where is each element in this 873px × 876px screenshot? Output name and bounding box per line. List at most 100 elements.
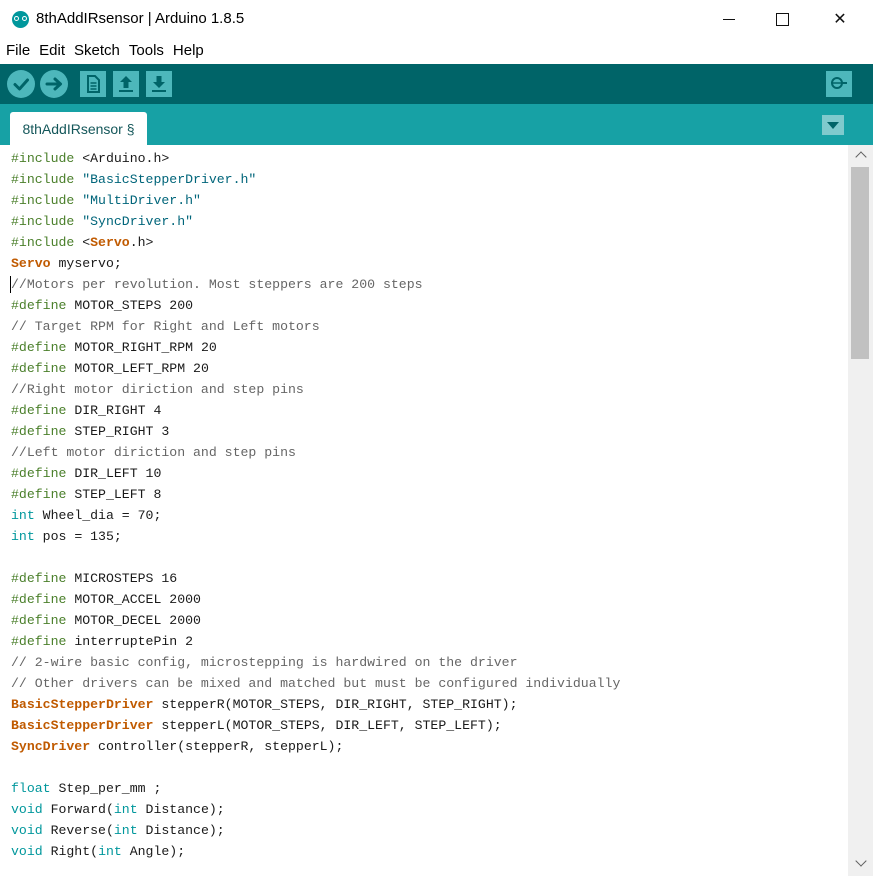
code-editor[interactable]: #include <Arduino.h> #include "BasicStepp… bbox=[0, 145, 848, 876]
serial-monitor-button[interactable] bbox=[826, 71, 852, 97]
code-token: #include bbox=[11, 151, 75, 166]
code-token: Reverse( bbox=[42, 823, 114, 838]
scroll-thumb[interactable] bbox=[851, 167, 869, 359]
code-token: .h> bbox=[129, 235, 154, 250]
menu-sketch[interactable]: Sketch bbox=[70, 42, 123, 59]
code-token: //Motors per revolution. Most steppers a… bbox=[11, 277, 423, 292]
code-line: // Other drivers can be mixed and matche… bbox=[11, 673, 620, 694]
code-line: #include < Servo .h> bbox=[11, 232, 620, 253]
scroll-down-button[interactable] bbox=[848, 853, 873, 873]
code-token: int bbox=[11, 529, 35, 544]
code-token: Distance); bbox=[137, 823, 225, 838]
code-token: Right( bbox=[42, 844, 99, 859]
code-text: #include <Arduino.h> #include "BasicStepp… bbox=[11, 148, 620, 862]
tab-menu-button[interactable] bbox=[822, 115, 844, 135]
code-line: void Reverse(int Distance); bbox=[11, 820, 620, 841]
code-token: controller(stepperR, stepperL); bbox=[90, 739, 344, 754]
code-line: #include "MultiDriver.h" bbox=[11, 190, 620, 211]
code-token: MOTOR_STEPS 200 bbox=[66, 298, 194, 313]
arrow-down-icon bbox=[152, 76, 166, 92]
maximize-button[interactable] bbox=[753, 0, 811, 38]
toolbar bbox=[0, 64, 873, 104]
code-token: SyncDriver bbox=[11, 739, 91, 754]
menu-help[interactable]: Help bbox=[169, 42, 207, 59]
code-token: #define bbox=[11, 592, 67, 607]
code-line: // Target RPM for Right and Left motors bbox=[11, 316, 620, 337]
code-token: MOTOR_ACCEL 2000 bbox=[66, 592, 201, 607]
code-line: #define MOTOR_RIGHT_RPM 20 bbox=[11, 337, 620, 358]
verify-button[interactable] bbox=[7, 70, 35, 98]
code-token: #include bbox=[11, 214, 75, 229]
code-token: MOTOR_DECEL 2000 bbox=[66, 613, 201, 628]
code-line: #define MOTOR_ACCEL 2000 bbox=[11, 589, 620, 610]
vertical-scrollbar[interactable] bbox=[848, 145, 873, 876]
code-line: SyncDriver controller(stepperR, stepperL… bbox=[11, 736, 620, 757]
open-button[interactable] bbox=[113, 71, 139, 97]
chevron-up-icon bbox=[854, 151, 867, 163]
code-token: DIR_RIGHT 4 bbox=[66, 403, 162, 418]
close-button[interactable]: ✕ bbox=[811, 0, 869, 38]
code-line: //Right motor diriction and step pins bbox=[11, 379, 620, 400]
code-token: // Other drivers can be mixed and matche… bbox=[11, 676, 621, 691]
code-token: Angle); bbox=[121, 844, 186, 859]
code-token: float bbox=[11, 781, 51, 796]
code-line: #define MOTOR_LEFT_RPM 20 bbox=[11, 358, 620, 379]
check-icon bbox=[13, 78, 29, 91]
code-line: #define STEP_LEFT 8 bbox=[11, 484, 620, 505]
code-token: #define bbox=[11, 634, 67, 649]
code-token: BasicStepperDriver bbox=[11, 697, 154, 712]
menu-edit[interactable]: Edit bbox=[35, 42, 68, 59]
code-line: BasicStepperDriver stepperR(MOTOR_STEPS,… bbox=[11, 694, 620, 715]
code-token: Forward( bbox=[42, 802, 114, 817]
code-token: STEP_RIGHT 3 bbox=[66, 424, 170, 439]
code-token: stepperL(MOTOR_STEPS, DIR_LEFT, STEP_LEF… bbox=[153, 718, 502, 733]
minimize-button[interactable] bbox=[700, 0, 758, 38]
code-token: #define bbox=[11, 571, 67, 586]
tab-8thaddirsensor[interactable]: 8thAddIRsensor § bbox=[10, 112, 147, 145]
window-title: 8thAddIRsensor | Arduino 1.8.5 bbox=[36, 10, 245, 27]
code-token: void bbox=[11, 823, 43, 838]
code-line: // 2-wire basic config, microstepping is… bbox=[11, 652, 620, 673]
code-token: <Arduino.h> bbox=[74, 151, 170, 166]
code-line: #define STEP_RIGHT 3 bbox=[11, 421, 620, 442]
code-token: #include bbox=[11, 193, 75, 208]
code-token: STEP_LEFT 8 bbox=[66, 487, 162, 502]
code-token: // 2-wire basic config, microstepping is… bbox=[11, 655, 518, 670]
code-line: #define MOTOR_DECEL 2000 bbox=[11, 610, 620, 631]
menu-tools[interactable]: Tools bbox=[125, 42, 167, 59]
arrow-up-icon bbox=[119, 76, 133, 92]
chevron-down-icon bbox=[854, 855, 867, 867]
code-token: #define bbox=[11, 466, 67, 481]
code-token: "SyncDriver.h" bbox=[82, 214, 194, 229]
code-token: interruptePin 2 bbox=[66, 634, 194, 649]
code-token: void bbox=[11, 802, 43, 817]
code-line: #include "SyncDriver.h" bbox=[11, 211, 620, 232]
title-bar: 8thAddIRsensor | Arduino 1.8.5 ✕ bbox=[0, 0, 873, 38]
code-token: //Left motor diriction and step pins bbox=[11, 445, 296, 460]
scroll-up-button[interactable] bbox=[848, 145, 873, 165]
code-token: int bbox=[113, 823, 138, 838]
code-token: #define bbox=[11, 361, 67, 376]
menu-file[interactable]: File bbox=[2, 42, 33, 59]
upload-button[interactable] bbox=[40, 70, 68, 98]
code-token: myservo; bbox=[50, 256, 122, 271]
code-token: Servo bbox=[90, 235, 130, 250]
code-line: #define MOTOR_STEPS 200 bbox=[11, 295, 620, 316]
code-token: #include bbox=[11, 172, 75, 187]
code-token: Distance); bbox=[137, 802, 225, 817]
code-token: Wheel_dia = 70; bbox=[34, 508, 162, 523]
code-token: stepperR(MOTOR_STEPS, DIR_RIGHT, STEP_RI… bbox=[153, 697, 518, 712]
code-line: Servo myservo; bbox=[11, 253, 620, 274]
arrow-right-icon bbox=[45, 77, 62, 91]
save-button[interactable] bbox=[146, 71, 172, 97]
code-token: Servo bbox=[11, 256, 51, 271]
triangle-down-icon bbox=[827, 121, 839, 129]
code-line: int pos = 135; bbox=[11, 526, 620, 547]
new-sketch-button[interactable] bbox=[80, 71, 106, 97]
code-token: int bbox=[113, 802, 138, 817]
maximize-icon bbox=[775, 12, 789, 26]
code-line: //Motors per revolution. Most steppers a… bbox=[11, 274, 620, 295]
